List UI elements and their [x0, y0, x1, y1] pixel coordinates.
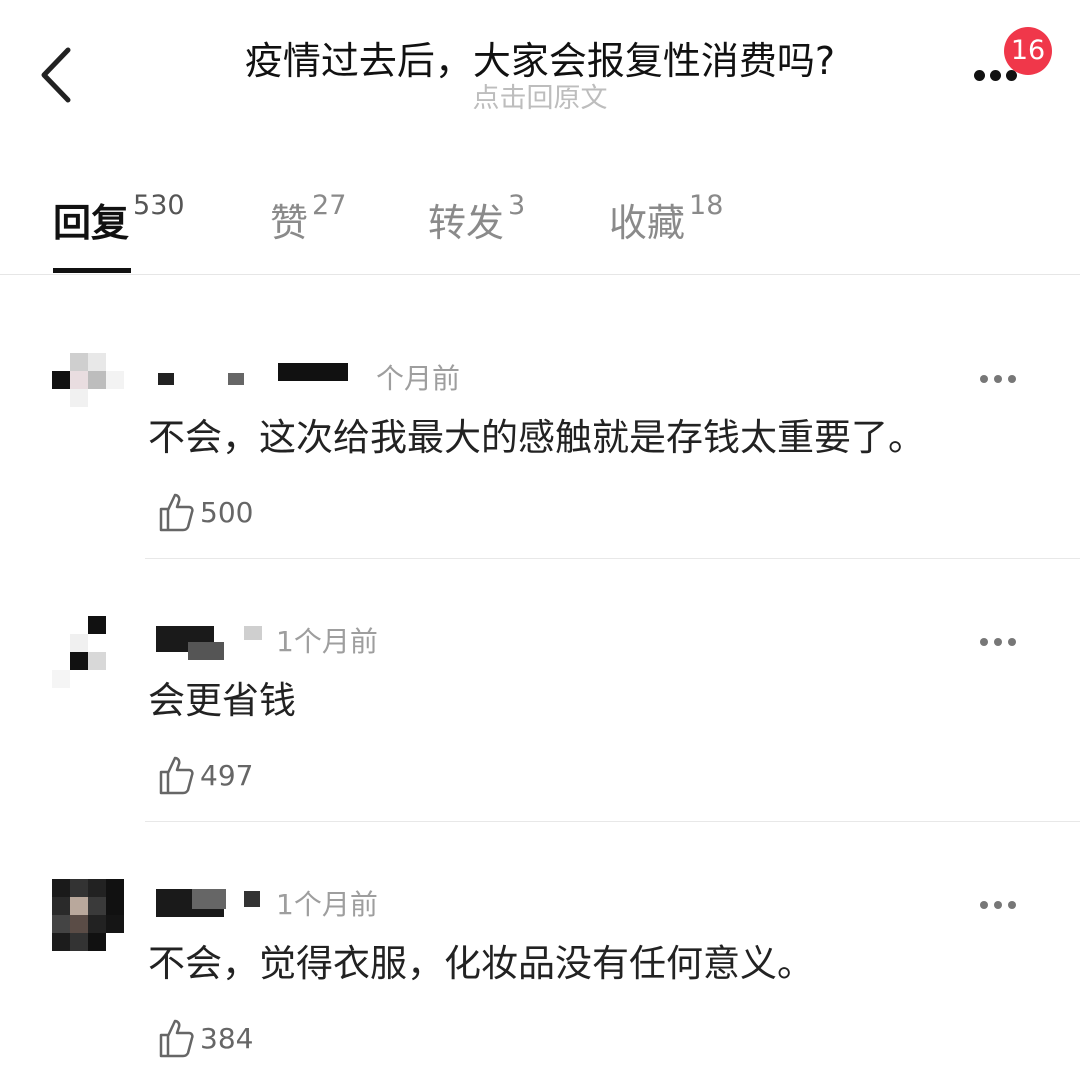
comment-text: 会更省钱 [148, 679, 296, 722]
chevron-left-icon [41, 47, 71, 103]
thumbs-up-icon [159, 1019, 194, 1058]
tab-label: 收藏 [609, 201, 686, 245]
tab-bar: 回复 530 赞 27 转发 3 收藏 18 [0, 180, 1080, 275]
comment-text: 不会，这次给我最大的感触就是存钱太重要了。 [148, 416, 925, 459]
comment-text: 不会，觉得衣服，化妆品没有任何意义。 [148, 942, 814, 985]
comment-more-button[interactable] [980, 632, 1024, 652]
comment-item: 1个月前 会更省钱 497 [0, 558, 1080, 821]
active-tab-indicator [53, 268, 131, 273]
comment-more-button[interactable] [980, 369, 1024, 389]
thumbs-up-icon [159, 493, 194, 532]
tab-count: 27 [312, 190, 347, 221]
tab-label: 回复 [53, 201, 130, 245]
notification-badge: 16 [1004, 27, 1052, 75]
tab-label: 赞 [270, 201, 309, 245]
tab-replies[interactable]: 回复 530 [53, 190, 185, 247]
comment-more-button[interactable] [980, 895, 1024, 915]
tab-favorites[interactable]: 收藏 18 [609, 190, 724, 247]
tab-likes[interactable]: 赞 27 [270, 190, 347, 247]
tab-count: 530 [133, 190, 185, 221]
like-count: 500 [200, 495, 254, 529]
like-button[interactable]: 384 [158, 1017, 253, 1061]
comment-item: 个月前 不会，这次给我最大的感触就是存钱太重要了。 500 [0, 295, 1080, 558]
view-original-link[interactable]: 点击回原文 [140, 82, 940, 116]
top-bar: 疫情过去后，大家会报复性消费吗? 点击回原文 16 [0, 0, 1080, 135]
comment-time: 1个月前 [276, 625, 378, 658]
post-title[interactable]: 疫情过去后，大家会报复性消费吗? [140, 38, 940, 84]
avatar[interactable] [52, 353, 124, 425]
like-button[interactable]: 500 [158, 491, 253, 535]
avatar[interactable] [52, 616, 124, 688]
tab-reposts[interactable]: 转发 3 [428, 190, 526, 247]
comment-item: 1个月前 不会，觉得衣服，化妆品没有任何意义。 384 [0, 821, 1080, 1084]
like-count: 497 [200, 758, 254, 792]
avatar[interactable] [52, 879, 124, 951]
tab-count: 18 [689, 190, 724, 221]
back-button[interactable] [30, 40, 90, 110]
like-count: 384 [200, 1021, 254, 1055]
tab-label: 转发 [428, 201, 505, 245]
tab-count: 3 [508, 190, 526, 221]
like-button[interactable]: 497 [158, 754, 253, 798]
comment-time: 个月前 [376, 362, 461, 395]
comment-time: 1个月前 [276, 888, 378, 921]
thumbs-up-icon [159, 756, 194, 795]
username-redacted[interactable] [148, 363, 360, 399]
